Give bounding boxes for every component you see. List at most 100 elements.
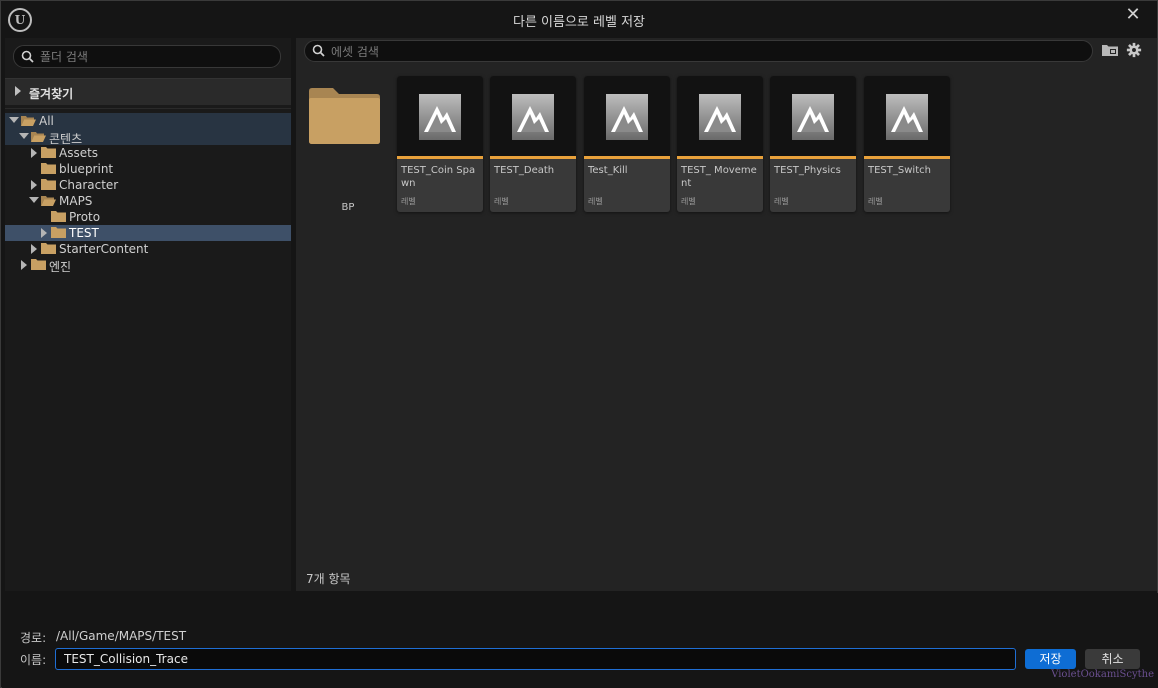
asset-tile[interactable]: TEST_ Movement 레벨	[677, 76, 763, 212]
level-type-bar	[397, 156, 483, 159]
folder-label: BP	[341, 202, 355, 213]
asset-thumbnail	[677, 76, 763, 156]
tree-item-all[interactable]: All	[5, 113, 291, 129]
footer: 경로: /All/Game/MAPS/TEST 이름: 저장 취소 Violet…	[2, 593, 1158, 688]
tree-item-label: All	[39, 114, 54, 128]
close-icon[interactable]: ✕	[1123, 5, 1143, 25]
folder-icon	[41, 147, 56, 158]
level-type-bar	[584, 156, 670, 159]
asset-thumbnail	[770, 76, 856, 156]
tree-item-startercontent[interactable]: StarterContent	[5, 241, 291, 257]
asset-search-box[interactable]	[304, 40, 1093, 62]
tree-item-test[interactable]: TEST	[5, 225, 291, 241]
level-type-bar	[490, 156, 576, 159]
folder-icon	[31, 259, 46, 270]
folder-panel: 즐겨찾기 All 콘텐츠 Assets blueprint	[5, 38, 291, 591]
asset-type: 레벨	[868, 197, 883, 206]
folder-open-icon	[21, 116, 36, 126]
asset-tile[interactable]: TEST_Death 레벨	[490, 76, 576, 212]
search-icon	[21, 50, 34, 63]
level-type-bar	[770, 156, 856, 159]
asset-thumbnail	[397, 76, 483, 156]
folder-tree: All 콘텐츠 Assets blueprint Character MAPS …	[5, 108, 291, 588]
folder-icon	[41, 243, 56, 254]
tree-item-label: blueprint	[59, 162, 114, 176]
level-thumbnail-icon	[512, 94, 554, 140]
level-type-bar	[677, 156, 763, 159]
tree-item-label: Assets	[59, 146, 99, 160]
cancel-button[interactable]: 취소	[1085, 649, 1140, 669]
tree-item-engine[interactable]: 엔진	[5, 257, 291, 274]
level-type-bar	[864, 156, 950, 159]
folder-icon	[51, 227, 66, 238]
favorites-label: 즐겨찾기	[29, 87, 74, 101]
level-thumbnail-icon	[792, 94, 834, 140]
asset-name: TEST_Coin Spawn	[401, 165, 476, 189]
save-button[interactable]: 저장	[1025, 649, 1076, 669]
level-thumbnail-icon	[606, 94, 648, 140]
expand-arrow-icon[interactable]	[15, 86, 21, 96]
asset-panel: BP TEST_Coin Spawn레벨TEST_Death레벨Test_Kil…	[296, 38, 1157, 591]
collapse-arrow-icon[interactable]	[9, 117, 19, 123]
tree-item-label: StarterContent	[59, 242, 149, 256]
expand-arrow-icon[interactable]	[31, 148, 37, 158]
level-thumbnail-icon	[419, 94, 461, 140]
asset-tile[interactable]: TEST_Physics 레벨	[770, 76, 856, 212]
level-thumbnail-icon	[886, 94, 928, 140]
asset-type: 레벨	[401, 197, 416, 206]
tree-item-blueprint[interactable]: blueprint	[5, 161, 291, 177]
asset-name: TEST_Death	[494, 165, 555, 176]
path-value: /All/Game/MAPS/TEST	[56, 629, 187, 643]
folder-icon	[51, 211, 66, 222]
favorites-section[interactable]: 즐겨찾기	[5, 78, 291, 105]
folder-search-input[interactable]	[40, 48, 270, 65]
settings-gear-icon[interactable]	[1125, 42, 1143, 58]
asset-tile[interactable]: TEST_Switch 레벨	[864, 76, 950, 212]
expand-arrow-icon[interactable]	[31, 180, 37, 190]
title-bar[interactable]: U 다른 이름으로 레벨 저장 ✕	[1, 1, 1157, 35]
name-input[interactable]	[55, 648, 1016, 670]
asset-type: 레벨	[494, 197, 509, 206]
path-label: 경로:	[20, 631, 47, 645]
tree-item-character[interactable]: Character	[5, 177, 291, 193]
asset-thumbnail	[490, 76, 576, 156]
folder-open-icon	[41, 196, 56, 206]
asset-type: 레벨	[681, 197, 696, 206]
folder-search-box[interactable]	[13, 45, 281, 68]
dialog-title: 다른 이름으로 레벨 저장	[513, 15, 645, 30]
search-icon	[312, 44, 325, 57]
asset-thumbnail	[864, 76, 950, 156]
name-label: 이름:	[20, 653, 47, 667]
tree-item-label: Character	[59, 178, 119, 192]
tree-item-label: 엔진	[49, 260, 72, 274]
tree-item-content[interactable]: 콘텐츠	[5, 129, 291, 146]
asset-name: TEST_ Movement	[681, 165, 757, 189]
asset-name: TEST_Physics	[774, 165, 841, 176]
level-thumbnail-icon	[699, 94, 741, 140]
asset-name: Test_Kill	[588, 165, 628, 176]
expand-arrow-icon[interactable]	[31, 244, 37, 254]
tree-item-label: TEST	[69, 226, 99, 240]
save-level-as-dialog: U 다른 이름으로 레벨 저장 ✕ 즐겨찾기 All 콘텐츠	[0, 0, 1158, 688]
asset-search-input[interactable]	[331, 43, 1071, 60]
asset-type: 레벨	[588, 197, 603, 206]
item-count: 7개 항목	[306, 572, 351, 586]
asset-tile[interactable]: Test_Kill 레벨	[584, 76, 670, 212]
asset-type: 레벨	[774, 197, 789, 206]
folder-icon	[309, 88, 380, 144]
tree-item-assets[interactable]: Assets	[5, 145, 291, 161]
tree-item-proto[interactable]: Proto	[5, 209, 291, 225]
asset-name: TEST_Switch	[868, 165, 931, 176]
asset-folder-bp[interactable]: BP	[306, 76, 390, 213]
folder-icon	[41, 163, 56, 174]
expand-arrow-icon[interactable]	[41, 228, 47, 238]
watermark: VioletOokamiScythe	[1051, 669, 1154, 680]
asset-tile[interactable]: TEST_Coin Spawn 레벨	[397, 76, 483, 212]
asset-thumbnail	[584, 76, 670, 156]
expand-arrow-icon[interactable]	[21, 260, 27, 270]
tree-item-maps[interactable]: MAPS	[5, 193, 291, 209]
collapse-arrow-icon[interactable]	[19, 133, 29, 139]
tree-item-label: Proto	[69, 210, 101, 224]
collapse-arrow-icon[interactable]	[29, 197, 39, 203]
folder-view-icon[interactable]	[1101, 42, 1119, 58]
